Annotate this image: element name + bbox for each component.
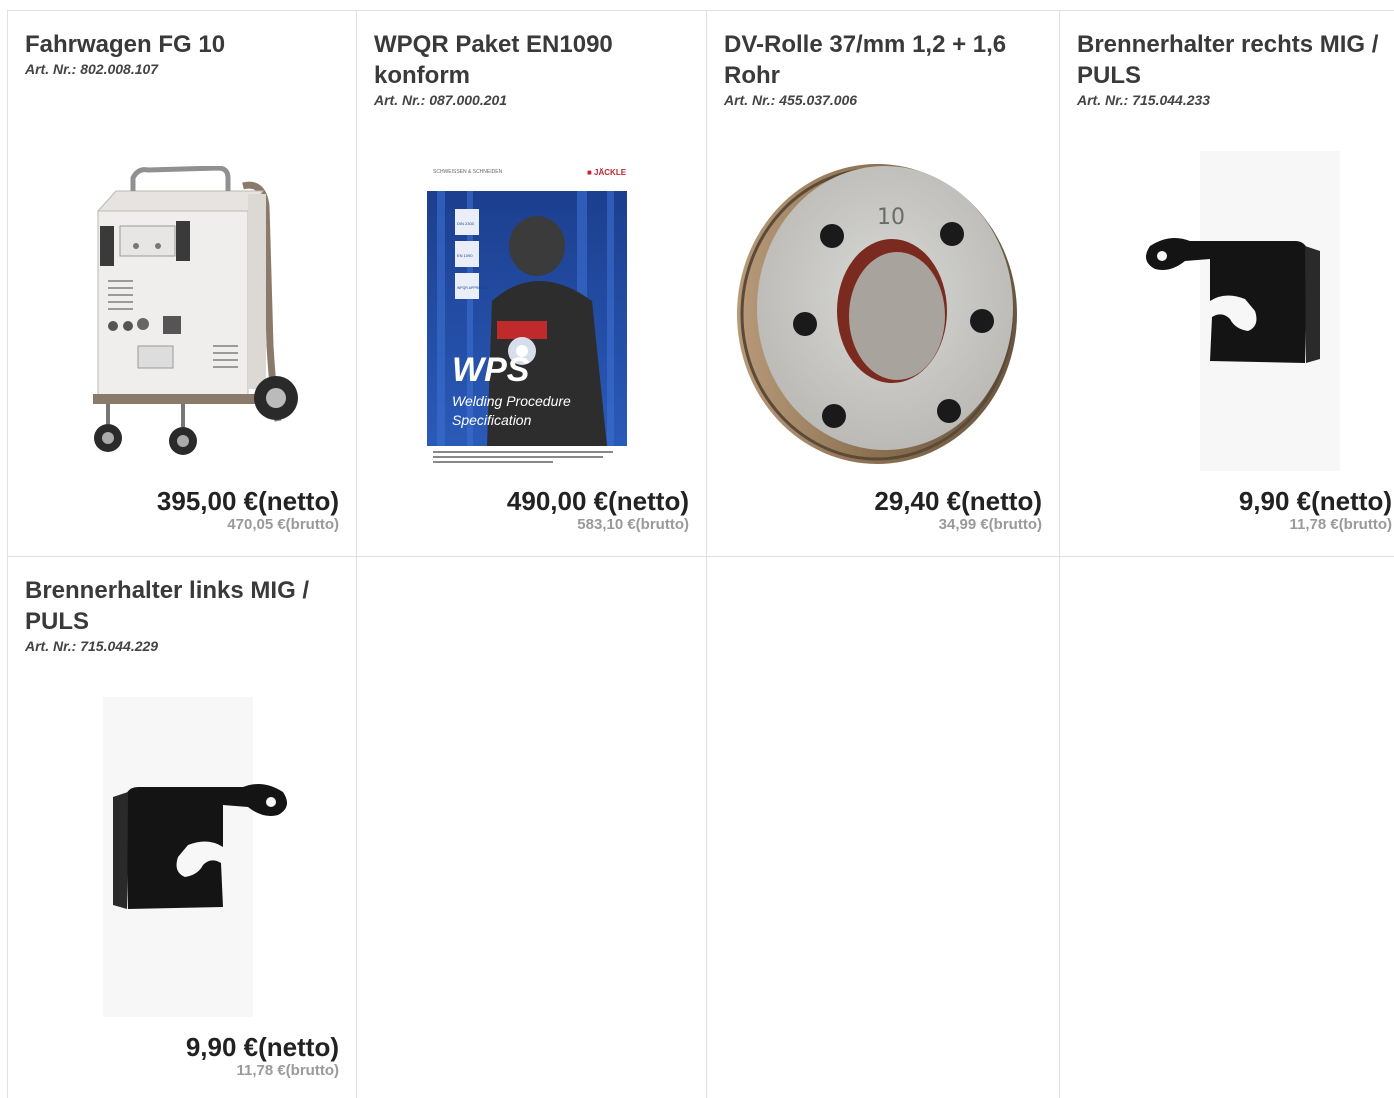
wps-brochure-image[interactable]: SCHWEISSEN & SCHNEIDEN ■ JÄCKLE DIN 2303… <box>427 161 637 471</box>
brochure-badge-text: EN 1090 <box>457 253 473 258</box>
price-gross: 11,78 €(brutto) <box>236 1062 339 1079</box>
product-title[interactable]: Brennerhalter links MIG / PULS Art. Nr.:… <box>25 575 335 655</box>
price-block: 395,00 €(netto) 470,05 €(brutto) <box>157 486 339 534</box>
price-net: 395,00 €(netto) <box>156 486 339 516</box>
product-grid: Fahrwagen FG 10 Art. Nr.: 802.008.107 39… <box>7 10 1394 1098</box>
price-net: 9,90 €(netto) <box>1238 486 1392 516</box>
price-gross: 470,05 €(brutto) <box>227 516 339 533</box>
roll-marking-text: 10 <box>877 205 905 230</box>
drive-roll-image[interactable]: 10 <box>737 156 1037 466</box>
product-title[interactable]: DV-Rolle 37/mm 1,2 + 1,6 Rohr Art. Nr.: … <box>724 29 1034 109</box>
welding-cart-image[interactable] <box>78 165 298 466</box>
price-gross: 11,78 €(brutto) <box>1289 516 1392 533</box>
product-card[interactable]: WPQR Paket EN1090 konform Art. Nr.: 087.… <box>356 11 706 557</box>
brochure-subtitle-text: Specification <box>452 412 532 428</box>
brochure-brand-text: ■ JÄCKLE <box>587 168 627 177</box>
empty-grid-cell <box>1059 557 1394 1098</box>
product-card[interactable]: DV-Rolle 37/mm 1,2 + 1,6 Rohr Art. Nr.: … <box>706 11 1059 557</box>
brochure-wps-text: WPS <box>452 351 530 389</box>
brochure-badge-text: WPQR APPROVED <box>457 286 489 290</box>
article-number: Art. Nr.: 715.044.233 <box>1077 92 1211 108</box>
product-title[interactable]: Fahrwagen FG 10 Art. Nr.: 802.008.107 <box>25 29 335 78</box>
price-net: 9,90 €(netto) <box>185 1032 339 1062</box>
price-gross: 583,10 €(brutto) <box>577 516 689 533</box>
article-number: Art. Nr.: 455.037.006 <box>724 92 858 108</box>
price-block: 490,00 €(netto) 583,10 €(brutto) <box>507 486 689 534</box>
price-block: 9,90 €(netto) 11,78 €(brutto) <box>186 1032 339 1080</box>
empty-grid-cell <box>706 557 1059 1098</box>
empty-grid-cell <box>356 557 706 1098</box>
price-net: 29,40 €(netto) <box>874 486 1042 516</box>
article-number: Art. Nr.: 087.000.201 <box>374 92 508 108</box>
torch-holder-right-image[interactable] <box>1130 151 1350 471</box>
price-block: 9,90 €(netto) 11,78 €(brutto) <box>1239 486 1392 534</box>
brochure-badge-text: DIN 2303 <box>457 221 475 226</box>
product-card[interactable]: Brennerhalter rechts MIG / PULS Art. Nr.… <box>1059 11 1394 557</box>
article-number: Art. Nr.: 715.044.229 <box>25 638 159 654</box>
price-net: 490,00 €(netto) <box>506 486 689 516</box>
torch-holder-left-image[interactable] <box>63 697 303 1017</box>
product-card[interactable]: Fahrwagen FG 10 Art. Nr.: 802.008.107 39… <box>7 11 356 557</box>
price-gross: 34,99 €(brutto) <box>938 516 1042 533</box>
article-number: Art. Nr.: 802.008.107 <box>25 61 159 77</box>
brochure-header-text: SCHWEISSEN & SCHNEIDEN <box>433 169 503 175</box>
brochure-subtitle-text: Welding Procedure <box>452 393 571 409</box>
product-card[interactable]: Brennerhalter links MIG / PULS Art. Nr.:… <box>7 557 356 1098</box>
product-title[interactable]: WPQR Paket EN1090 konform Art. Nr.: 087.… <box>374 29 684 109</box>
price-block: 29,40 €(netto) 34,99 €(brutto) <box>874 486 1042 534</box>
product-title[interactable]: Brennerhalter rechts MIG / PULS Art. Nr.… <box>1077 29 1387 109</box>
